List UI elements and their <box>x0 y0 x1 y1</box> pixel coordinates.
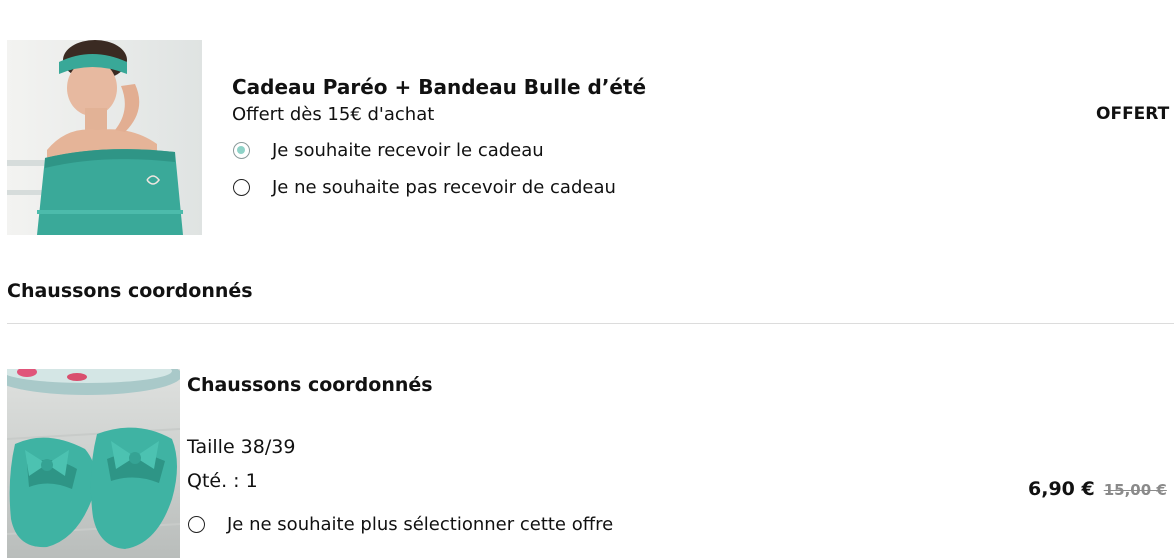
gift-price: OFFERT <box>1096 104 1170 124</box>
offer-page: Cadeau Paréo + Bandeau Bulle d’été Offer… <box>0 0 1174 558</box>
gift-product-image <box>7 40 202 235</box>
gift-condition: Offert dès 15€ d'achat <box>232 104 435 125</box>
radio-unselected-icon[interactable] <box>188 516 205 533</box>
gift-decline-label: Je ne souhaite pas recevoir de cadeau <box>272 177 616 198</box>
current-price: 6,90 € <box>1028 478 1095 500</box>
product-decline-label: Je ne souhaite plus sélectionner cette o… <box>227 514 614 535</box>
radio-selected-icon[interactable] <box>233 142 250 159</box>
pareo-illustration <box>7 40 202 235</box>
slippers-illustration <box>7 369 180 558</box>
product-decline-option[interactable]: Je ne souhaite plus sélectionner cette o… <box>188 514 613 535</box>
original-price: 15,00 € <box>1103 481 1167 499</box>
gift-title: Cadeau Paréo + Bandeau Bulle d’été <box>232 75 647 99</box>
gift-accept-option[interactable]: Je souhaite recevoir le cadeau <box>233 140 544 161</box>
product-image <box>7 369 180 558</box>
radio-unselected-icon[interactable] <box>233 179 250 196</box>
product-price: 6,90 € 15,00 € <box>1028 478 1167 500</box>
product-quantity: Qté. : 1 <box>187 470 258 492</box>
section-title: Chaussons coordonnés <box>7 280 253 302</box>
section-divider <box>7 323 1174 324</box>
gift-decline-option[interactable]: Je ne souhaite pas recevoir de cadeau <box>233 177 616 198</box>
gift-accept-label: Je souhaite recevoir le cadeau <box>272 140 544 161</box>
product-size: Taille 38/39 <box>187 436 296 458</box>
product-name: Chaussons coordonnés <box>187 374 433 396</box>
